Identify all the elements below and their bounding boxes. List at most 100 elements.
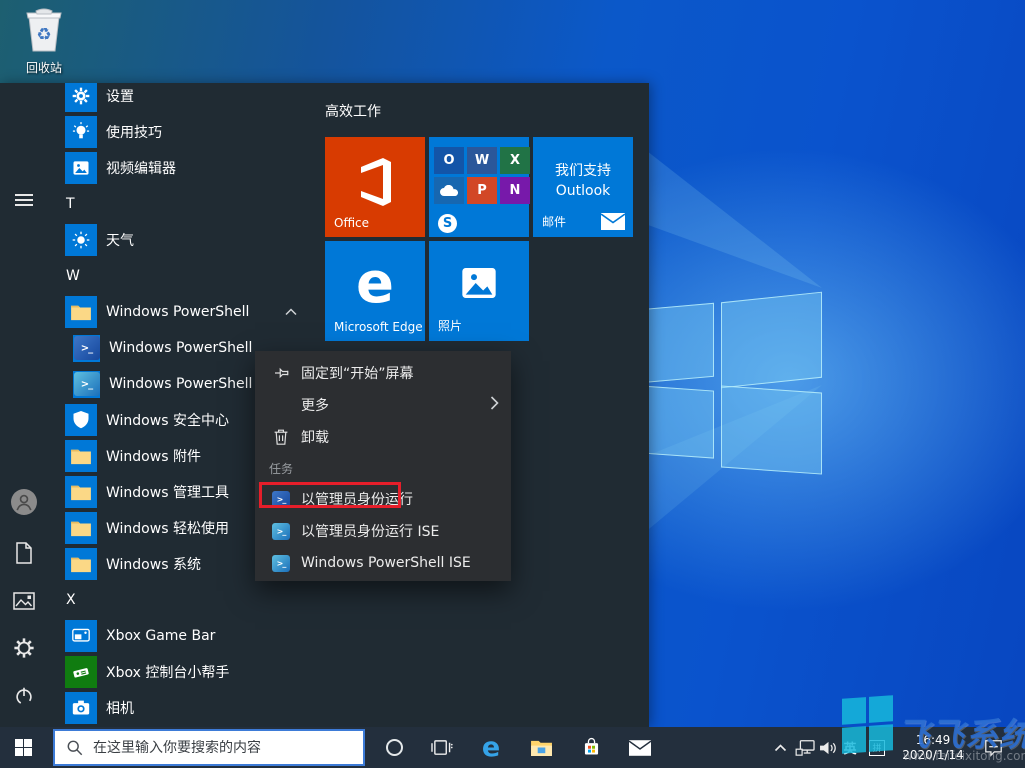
section-header[interactable]: W xyxy=(48,258,313,294)
chevron-right-icon xyxy=(490,396,499,414)
tray-clock[interactable]: 16:49 2020/1/14 xyxy=(900,727,966,768)
wallpaper-logo-pane xyxy=(640,302,714,384)
app-label: 使用技巧 xyxy=(106,125,162,141)
hamburger-icon[interactable] xyxy=(0,180,48,220)
section-header[interactable]: T xyxy=(48,186,313,222)
tile-office-apps[interactable]: O W X P N S xyxy=(429,137,530,237)
app-label: Windows 附件 xyxy=(106,449,201,465)
menu-item-pin-to-start[interactable]: 固定到“开始”屏幕 xyxy=(255,357,511,389)
task-view-button[interactable] xyxy=(421,727,461,768)
app-label: Windows PowerShell xyxy=(109,340,253,356)
app-label: Windows 轻松使用 xyxy=(106,521,229,537)
folder-icon xyxy=(65,476,97,508)
folder-icon xyxy=(65,440,97,472)
photos-icon xyxy=(462,268,496,298)
folder-icon xyxy=(65,548,97,580)
recycle-bin[interactable]: ♻ 回收站 xyxy=(14,7,74,76)
app-label: 视频编辑器 xyxy=(106,161,176,177)
cortana-button[interactable] xyxy=(374,727,414,768)
menu-item-powershell-ise[interactable]: >_ Windows PowerShell ISE xyxy=(255,547,511,579)
menu-item-label: 以管理员身份运行 xyxy=(301,492,413,508)
tray-chevron-up[interactable] xyxy=(766,727,794,768)
ime-mode-icon: 拼 xyxy=(869,739,885,756)
settings-gear-icon[interactable] xyxy=(0,628,48,668)
menu-item-run-as-admin[interactable]: >_ 以管理员身份运行 xyxy=(255,483,511,515)
file-explorer-icon xyxy=(530,740,552,757)
tile-office[interactable]: Office xyxy=(325,137,425,237)
documents-icon[interactable] xyxy=(0,533,48,573)
action-center-button[interactable] xyxy=(976,727,1010,768)
pin-icon xyxy=(271,364,291,382)
wallpaper-logo-pane xyxy=(640,385,714,459)
tips-lightbulb-icon xyxy=(65,116,97,148)
network-icon xyxy=(795,740,815,756)
tile-label: Office xyxy=(334,216,370,230)
tile-label: 照片 xyxy=(438,319,463,333)
app-list-item[interactable]: 设置 xyxy=(48,83,313,114)
app-label: Xbox Game Bar xyxy=(106,628,216,644)
tile-edge[interactable]: e Microsoft Edge xyxy=(325,241,425,341)
menu-item-label: Windows PowerShell ISE xyxy=(301,555,471,571)
app-group-powershell[interactable]: Windows PowerShell xyxy=(48,294,313,330)
pictures-icon[interactable] xyxy=(0,581,48,621)
tray-ime-mode[interactable]: 拼 xyxy=(864,727,890,768)
app-list-item[interactable]: 使用技巧 xyxy=(48,114,313,150)
weather-sun-icon xyxy=(65,224,97,256)
powershell-ise-icon: >_ xyxy=(271,522,291,540)
office-mini-icons: O W X P N xyxy=(434,147,530,204)
office-logo-icon xyxy=(361,158,391,206)
tile-group-title: 高效工作 xyxy=(325,104,381,120)
recycle-bin-icon: ♻ xyxy=(26,8,62,52)
start-button[interactable] xyxy=(0,727,46,768)
app-list-item[interactable]: Xbox Game Bar xyxy=(48,618,313,654)
app-label: Xbox 控制台小帮手 xyxy=(106,665,230,681)
menu-item-label: 以管理员身份运行 ISE xyxy=(301,524,440,540)
powershell-icon: >_ xyxy=(73,334,100,362)
store-icon xyxy=(584,737,598,755)
taskbar: e 英 拼 16:49 2020/1/14 xyxy=(0,727,1025,768)
powershell-ise-icon: >_ xyxy=(271,554,291,572)
powerpoint-icon: P xyxy=(467,177,497,204)
tile-label: Microsoft Edge xyxy=(334,320,423,334)
mail-button[interactable] xyxy=(620,727,660,768)
power-icon[interactable] xyxy=(0,676,48,716)
menu-item-run-as-admin-ise[interactable]: >_ 以管理员身份运行 ISE xyxy=(255,515,511,547)
excel-icon: X xyxy=(500,147,530,174)
app-label: Windows PowerShell xyxy=(106,304,250,320)
wallpaper-logo-pane xyxy=(721,291,822,389)
folder-icon xyxy=(65,296,97,328)
app-label: Windows 安全中心 xyxy=(106,413,229,429)
app-list-item[interactable]: 视频编辑器 xyxy=(48,150,313,186)
skype-icon: S xyxy=(438,214,457,233)
onenote-icon: N xyxy=(500,177,530,204)
chevron-up-icon xyxy=(774,744,786,752)
powershell-icon: >_ xyxy=(271,490,291,508)
tile-photos[interactable]: 照片 xyxy=(429,241,529,341)
taskbar-search[interactable] xyxy=(53,729,365,766)
tile-mail[interactable]: 我们支持 Outlook 邮件 xyxy=(533,137,633,237)
menu-item-uninstall[interactable]: 卸载 xyxy=(255,421,511,453)
trash-icon xyxy=(271,428,291,446)
app-label: 相机 xyxy=(106,701,134,717)
xbox-gamebar-icon xyxy=(65,620,97,652)
store-button[interactable] xyxy=(571,727,611,768)
tray-ime-language[interactable]: 英 xyxy=(838,727,862,768)
svg-text:♻: ♻ xyxy=(36,25,51,45)
word-icon: W xyxy=(467,147,497,174)
edge-taskbar-button[interactable]: e xyxy=(471,727,511,768)
section-header[interactable]: X xyxy=(48,582,313,618)
file-explorer-button[interactable] xyxy=(521,727,561,768)
user-avatar[interactable] xyxy=(0,482,48,522)
app-label: Windows PowerShell ISE xyxy=(109,376,279,392)
app-list-item[interactable]: Xbox 控制台小帮手 xyxy=(48,654,313,690)
app-list-item[interactable]: 天气 xyxy=(48,222,313,258)
search-input[interactable] xyxy=(93,739,363,756)
app-list-item[interactable]: 相机 xyxy=(48,690,313,726)
menu-item-more[interactable]: 更多 xyxy=(255,389,511,421)
speaker-icon xyxy=(819,741,836,754)
cortana-icon xyxy=(385,739,403,756)
context-menu: 固定到“开始”屏幕 更多 卸载 任务 >_ 以管理员身份运行 >_ 以管理员身份… xyxy=(255,351,511,581)
app-label: 设置 xyxy=(106,89,134,105)
windows-logo-icon xyxy=(14,739,32,756)
mail-promo-text: 我们支持 Outlook xyxy=(555,163,611,199)
